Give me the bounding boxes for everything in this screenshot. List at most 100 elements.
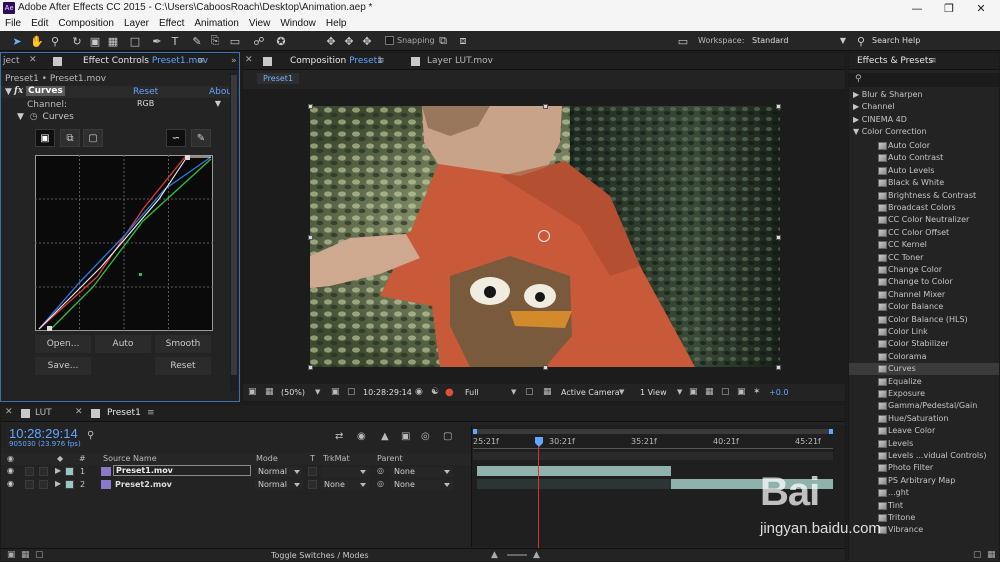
effect-item[interactable]: Black & White <box>849 177 999 189</box>
always-preview-icon[interactable]: ▣ <box>248 387 257 397</box>
lock-icon[interactable] <box>53 57 62 66</box>
preserve-transparency-switch[interactable] <box>308 467 317 476</box>
expand-triangle-icon[interactable]: ▼ <box>17 112 24 122</box>
resolution-select[interactable]: Full <box>465 388 479 397</box>
effect-item[interactable]: Channel Mixer <box>849 289 999 301</box>
stopwatch-icon[interactable]: ◷ <box>30 112 38 122</box>
reset-link[interactable]: Reset <box>133 87 158 97</box>
transform-handle[interactable] <box>308 104 313 109</box>
source-name-column-header[interactable]: Source Name <box>103 454 157 463</box>
menu-composition[interactable]: Composition <box>53 18 119 29</box>
world-axis-icon[interactable]: ✥ <box>342 34 356 48</box>
transform-handle[interactable] <box>543 104 548 109</box>
effects-search-input[interactable]: ⚲ <box>849 73 999 87</box>
roto-brush-tool-icon[interactable]: ☍ <box>252 34 266 48</box>
transfer-controls-icon[interactable]: ▦ <box>21 550 30 560</box>
pen-tool-icon[interactable]: ✒ <box>150 34 164 48</box>
expand-triangle-icon[interactable]: ▶ <box>55 479 61 488</box>
open-button[interactable]: Open... <box>35 335 91 353</box>
pickwhip-icon[interactable]: ◎ <box>377 466 384 475</box>
title-safe-icon[interactable]: ▣ <box>331 387 340 397</box>
panel-menu-icon[interactable]: ≡ <box>197 56 205 66</box>
menu-view[interactable]: View <box>244 18 276 29</box>
composition-viewer[interactable] <box>243 89 847 389</box>
solo-switch[interactable] <box>39 480 48 489</box>
menu-edit[interactable]: Edit <box>26 18 53 29</box>
solo-switch[interactable] <box>39 467 48 476</box>
trkmat-select[interactable]: None <box>321 480 369 490</box>
transform-handle[interactable] <box>776 104 781 109</box>
fast-previews-icon[interactable]: ▢ <box>525 387 534 397</box>
timeline-icon[interactable]: ▢ <box>721 387 730 397</box>
channel-select[interactable]: RGB ▼ <box>137 99 223 110</box>
zoom-out-icon[interactable]: ▲ <box>491 550 498 560</box>
work-area-end-handle[interactable] <box>829 429 833 434</box>
panel-menu-icon[interactable]: ≡ <box>929 56 937 66</box>
transform-handle[interactable] <box>308 365 313 370</box>
effect-item[interactable]: Auto Color <box>849 140 999 152</box>
magnification-select[interactable]: (50%) <box>281 388 305 397</box>
save-button[interactable]: Save... <box>35 357 91 375</box>
region-of-interest-icon[interactable]: ▢ <box>347 387 356 397</box>
lock-icon[interactable] <box>411 57 420 66</box>
draft-3d-icon[interactable]: ◉ <box>357 431 366 442</box>
scrollbar[interactable] <box>230 73 238 391</box>
parent-select[interactable]: None <box>391 467 453 477</box>
pan-behind-tool-icon[interactable]: ▦ <box>106 34 120 48</box>
effects-presets-title[interactable]: Effects & Presets <box>857 56 933 66</box>
effect-item[interactable]: Gamma/Pedestal/Gain <box>849 400 999 412</box>
scrollbar-thumb[interactable] <box>231 75 237 375</box>
effect-item[interactable]: ...ght <box>849 487 999 499</box>
category-blur-sharpen[interactable]: ▶ Blur & Sharpen <box>853 90 923 99</box>
close-tab-icon[interactable]: ✕ <box>29 55 37 65</box>
color-channels-icon[interactable]: ● <box>445 387 454 398</box>
transform-handle[interactable] <box>776 235 781 240</box>
views-select[interactable]: 1 View <box>640 388 667 397</box>
panel-menu-icon[interactable]: ≡ <box>377 56 385 66</box>
zoom-tool-icon[interactable]: ⚲ <box>48 34 62 48</box>
reset-button[interactable]: Reset <box>155 357 211 375</box>
tab-composition[interactable]: Composition Preset1 <box>290 56 383 66</box>
menu-layer[interactable]: Layer <box>119 18 154 29</box>
fx-badge[interactable]: fx <box>14 86 23 96</box>
new-folder-icon[interactable]: ▢ <box>973 550 982 560</box>
category-color-correction[interactable]: ▼ Color Correction <box>853 127 927 136</box>
layer-name[interactable]: Preset2.mov <box>115 480 172 489</box>
curve-channel-rgb-button[interactable]: ▣ <box>35 129 55 147</box>
chevron-down-icon[interactable]: ▼ <box>511 388 516 396</box>
visibility-eye-icon[interactable]: ◉ <box>7 466 14 475</box>
work-area-bar[interactable] <box>473 429 833 434</box>
selection-tool-icon[interactable]: ➤ <box>10 34 24 48</box>
camera-tool-icon[interactable]: ▣ <box>88 34 102 48</box>
effect-item[interactable]: Exposure <box>849 388 999 400</box>
rotation-tool-icon[interactable]: ↻ <box>70 34 84 48</box>
effect-item[interactable]: Hue/Saturation <box>849 413 999 425</box>
curve-bezier-tool-button[interactable]: ∽ <box>166 129 186 147</box>
clone-stamp-tool-icon[interactable]: ⎘ <box>208 34 222 48</box>
time-ruler[interactable]: 25:21f 30:21f 35:21f 40:21f 45:21f <box>473 435 833 449</box>
effect-item[interactable]: PS Arbitrary Map <box>849 475 999 487</box>
transform-handle[interactable] <box>776 365 781 370</box>
snapping-checkbox[interactable] <box>385 36 394 45</box>
effect-item[interactable]: CC Color Offset <box>849 227 999 239</box>
menu-help[interactable]: Help <box>321 18 352 29</box>
menu-file[interactable]: File <box>0 18 26 29</box>
tab-lut[interactable]: LUT <box>35 408 52 418</box>
expand-triangle-icon[interactable]: ▶ <box>853 115 859 124</box>
chevron-down-icon[interactable]: ▼ <box>677 388 682 396</box>
label-color-swatch[interactable] <box>65 480 74 489</box>
parent-select[interactable]: None <box>391 480 453 490</box>
search-help-field[interactable]: Search Help <box>872 36 920 45</box>
label-color-swatch[interactable] <box>65 467 74 476</box>
timeline-timecode[interactable]: 10:28:29:14 <box>9 426 78 441</box>
workspace-icon[interactable]: ▭ <box>676 34 690 48</box>
curve-pencil-tool-button[interactable]: ✎ <box>191 129 211 147</box>
snapshot-icon[interactable]: ◉ <box>415 387 423 397</box>
audio-switch[interactable] <box>25 467 34 476</box>
preserve-transparency-switch[interactable] <box>308 480 317 489</box>
close-tab-icon[interactable]: ✕ <box>5 407 13 417</box>
graph-editor-icon[interactable]: ▢ <box>443 431 452 442</box>
toggle-switches-modes-button[interactable]: Toggle Switches / Modes <box>271 551 369 560</box>
audio-switch[interactable] <box>25 480 34 489</box>
expand-triangle-icon[interactable]: ▶ <box>55 466 61 475</box>
